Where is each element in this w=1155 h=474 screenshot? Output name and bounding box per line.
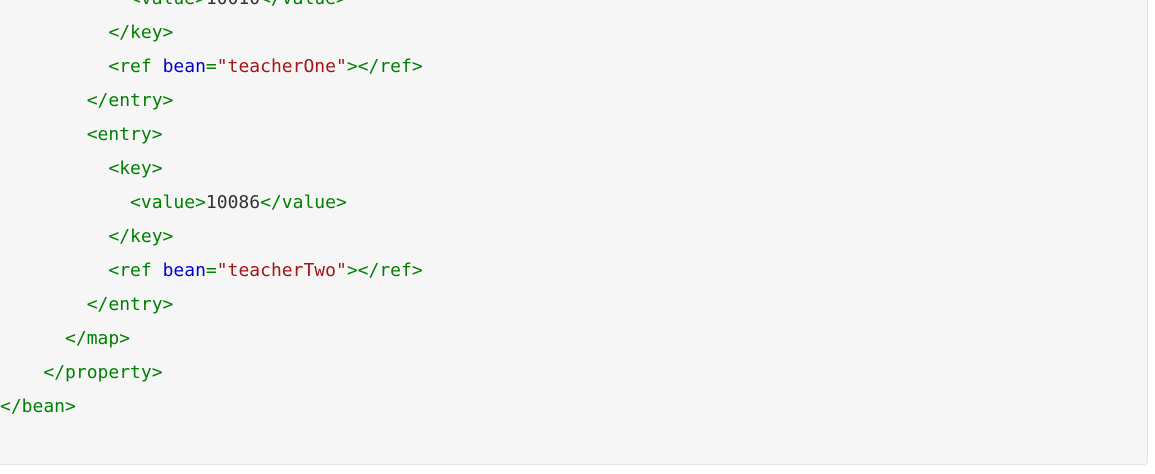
code-token-tag: </map> (65, 328, 131, 349)
code-token-tag: = (205, 56, 217, 77)
code-listing: <value>10010</value> </key> <ref bean="t… (0, 0, 423, 424)
code-token-tag: <entry> (86, 124, 163, 145)
code-token-text: 10086 (205, 192, 261, 213)
code-token-tag: <value> (130, 0, 206, 9)
code-token-val: "teacherTwo" (216, 260, 347, 281)
code-token-tag: <ref (108, 260, 163, 281)
code-token-tag: </key> (108, 226, 174, 247)
code-line: <value>10010</value> (0, 0, 423, 16)
code-token-tag: </key> (108, 22, 174, 43)
code-token-tag: ></ref> (346, 260, 423, 281)
code-line: </bean> (0, 390, 423, 424)
code-token-tag: = (205, 260, 217, 281)
code-token-text: 10010 (206, 0, 260, 9)
code-token-tag: <ref (108, 56, 163, 77)
code-token-tag: </property> (43, 362, 163, 383)
code-line: </entry> (0, 288, 423, 322)
code-line: </key> (0, 16, 423, 50)
code-line: </map> (0, 322, 423, 356)
code-line: </key> (0, 220, 423, 254)
code-line: <value>10086</value> (0, 186, 423, 220)
code-line: <ref bean="teacherOne"></ref> (0, 50, 423, 84)
code-token-tag: ></ref> (346, 56, 423, 77)
code-line: <ref bean="teacherTwo"></ref> (0, 254, 423, 288)
code-token-tag: </value> (260, 0, 347, 9)
code-block: <value>10010</value> </key> <ref bean="t… (0, 0, 1148, 465)
code-line: <key> (0, 152, 423, 186)
code-token-tag: </entry> (86, 294, 174, 315)
code-token-val: "teacherOne" (216, 56, 347, 77)
code-token-tag: <value> (130, 192, 206, 213)
code-line: </property> (0, 356, 423, 390)
code-token-tag: </entry> (86, 90, 174, 111)
code-token-attr: bean (162, 56, 206, 77)
code-token-attr: bean (162, 260, 206, 281)
code-token-tag: </value> (260, 192, 347, 213)
code-line: </entry> (0, 84, 423, 118)
code-token-tag: </bean> (0, 396, 76, 417)
code-token-tag: <key> (108, 158, 163, 179)
code-line: <entry> (0, 118, 423, 152)
